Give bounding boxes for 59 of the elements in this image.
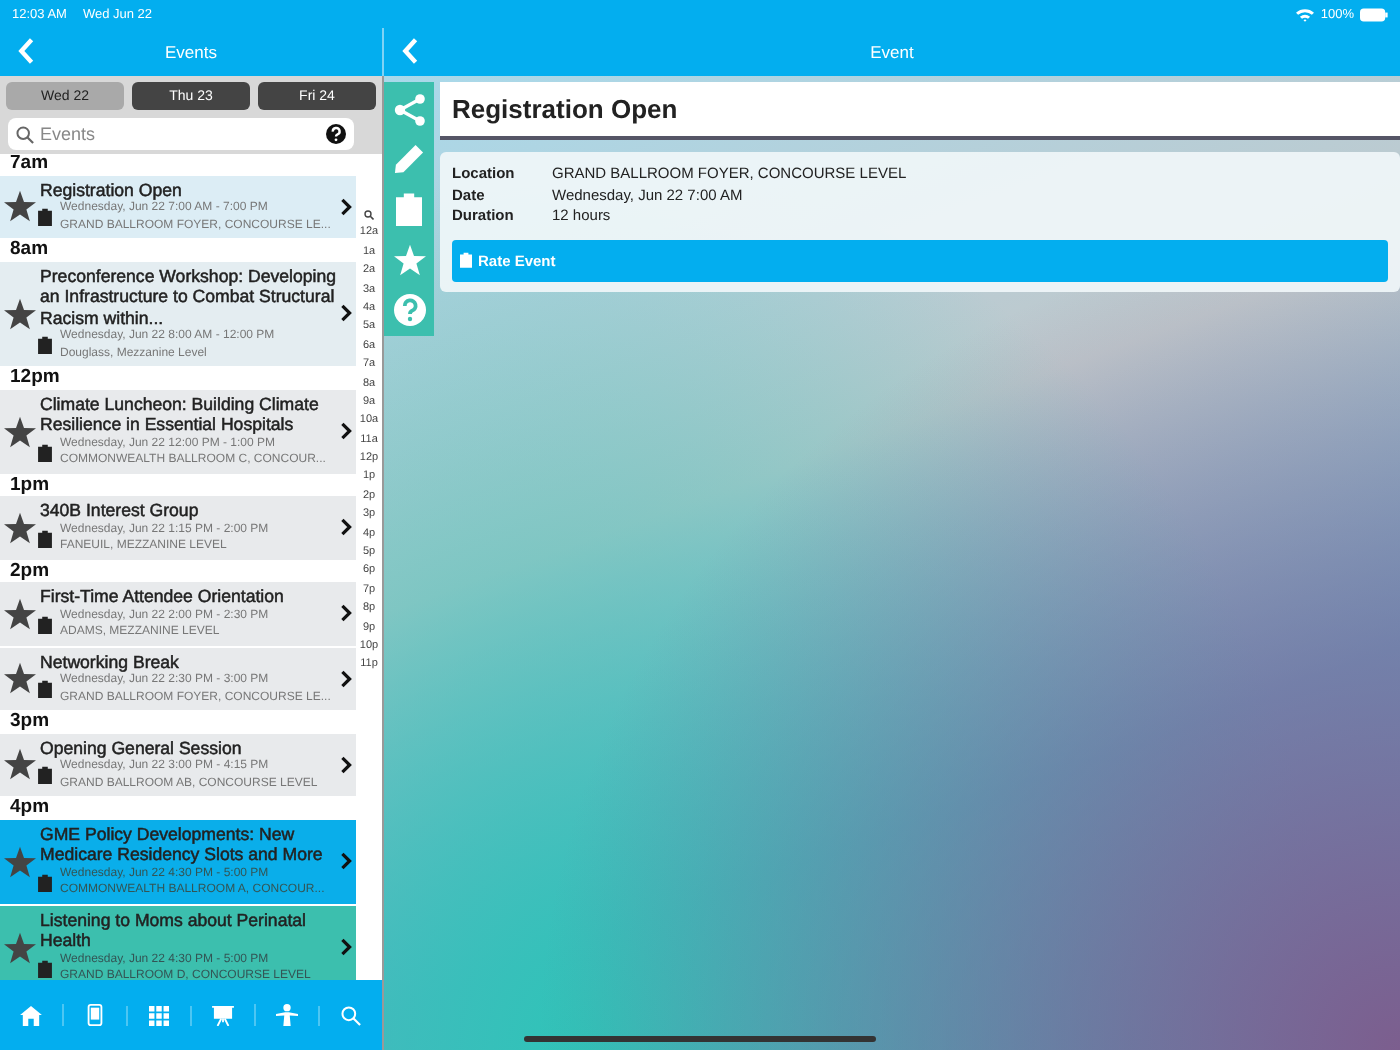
clipboard-icon [38,766,52,784]
chevron-icon [340,604,352,623]
star-icon[interactable] [3,597,35,630]
clipboard-icon [38,208,52,226]
clipboard-icon [38,959,52,977]
header-title: Events [165,42,217,62]
event-title: First-Time Attendee Orientation [38,586,286,607]
back-icon[interactable] [18,38,34,64]
search-box[interactable]: Events [8,118,354,150]
event-title: Opening General Session [38,737,244,758]
event-title: Listening to Moms about Perinatal Health [38,909,309,951]
time-header: 3pm [8,712,52,733]
chevron-icon [340,852,352,870]
pencil-icon[interactable] [394,144,424,174]
star-icon[interactable] [3,190,35,223]
event-title: Registration Open [38,179,184,200]
star-icon[interactable] [3,511,35,544]
star-icon[interactable] [3,297,35,330]
header-title: Event [870,42,914,62]
event-title: 340B Interest Group [38,500,201,521]
star-icon[interactable] [3,931,35,963]
back-icon[interactable] [402,38,418,64]
search-icon[interactable] [364,210,374,220]
time-header: 2pm [8,561,52,582]
clipboard-icon [38,336,52,354]
event-title: Preconference Workshop: Developing an Infrastructure to Combat Structural Racism within... [38,265,339,328]
time-header: 1pm [8,475,52,496]
clipboard-icon [38,529,52,547]
chevron-icon [340,669,352,688]
event-title: Climate Luncheon: Building Climate Resilience in Essential Hospitals [38,393,321,435]
chevron-icon [340,197,352,216]
search-icon [16,125,34,143]
chevron-icon [340,518,352,537]
star-icon[interactable] [3,748,35,781]
clipboard-icon [38,443,52,461]
time-header: 4pm [8,798,52,819]
chevron-icon [340,304,352,323]
help-icon[interactable] [326,124,346,144]
event-title: Networking Break [38,651,181,672]
chevron-icon [340,938,352,956]
star-icon[interactable] [3,415,35,447]
star-icon[interactable] [393,244,425,276]
time-header: 8am [8,240,51,261]
event-title: Registration Open [440,82,1400,140]
clipboard-icon [38,615,52,633]
clipboard-icon [38,680,52,698]
share-icon[interactable] [393,94,425,126]
chevron-icon [340,422,352,440]
star-icon[interactable] [3,845,35,877]
star-icon[interactable] [3,662,35,695]
clipboard-icon [396,192,422,226]
time-header: 7am [8,154,51,175]
wifi-icon [1296,7,1315,21]
battery-icon [1360,7,1388,21]
time-header: 12pm [8,368,62,389]
clipboard-icon [460,252,472,268]
chevron-icon [340,755,352,774]
event-title: GME Policy Developments: New Medicare Residency Slots and More [38,823,325,865]
clipboard-icon [38,873,52,891]
